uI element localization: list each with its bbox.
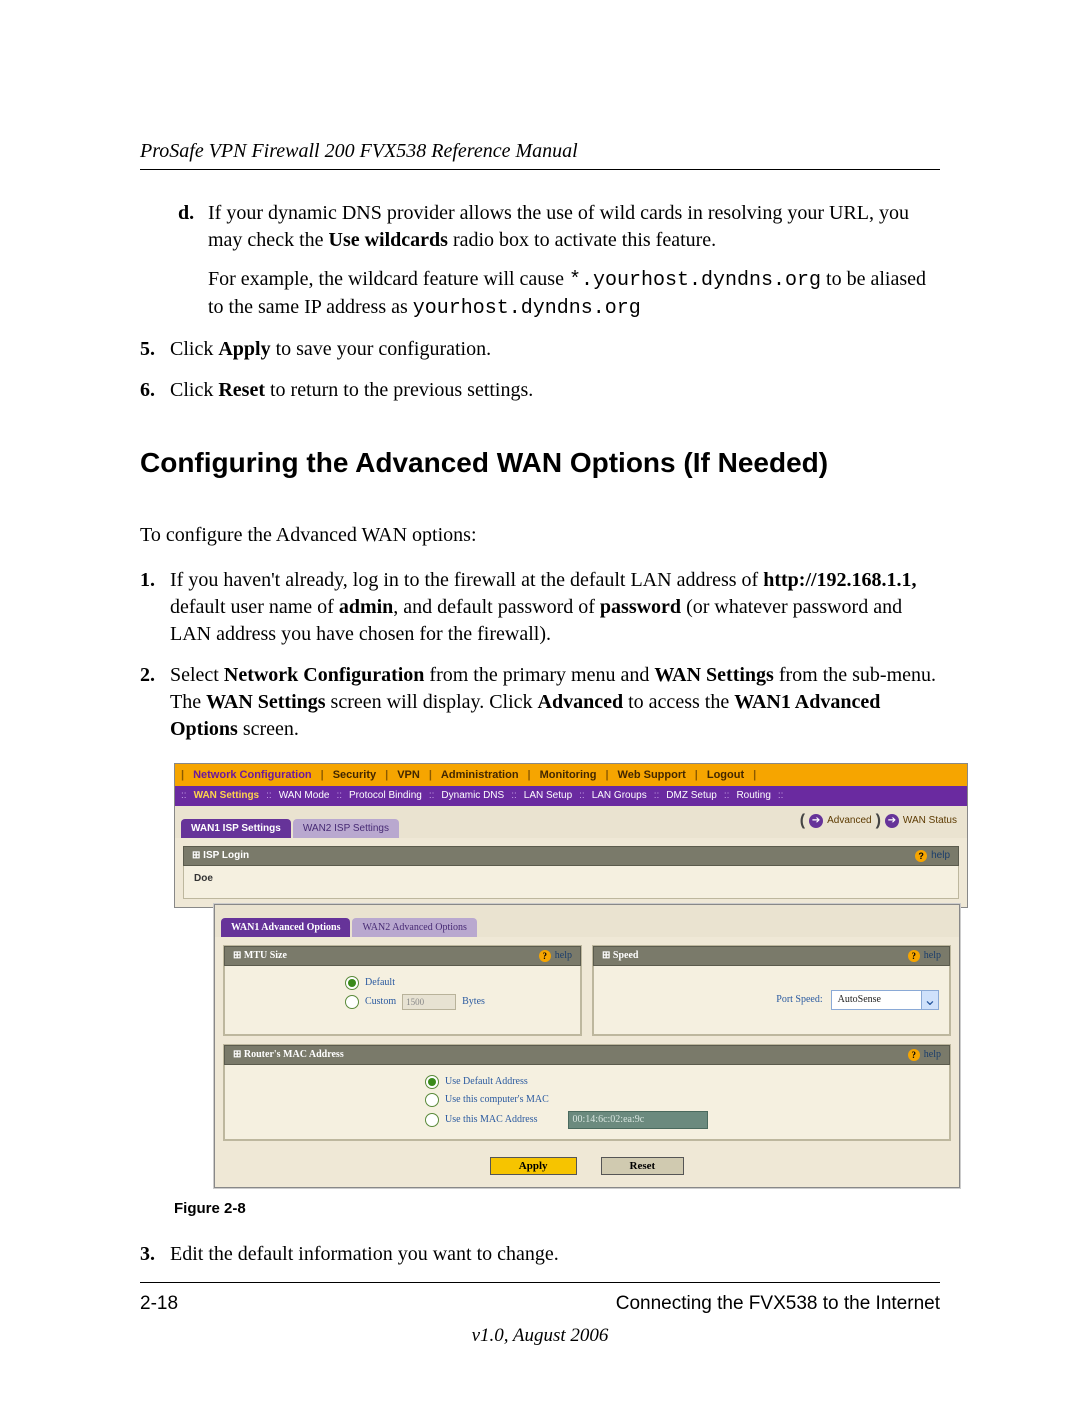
mtu-default-radio[interactable]: Default [345,976,570,990]
nav2-routing[interactable]: Routing [732,790,774,801]
apply-button[interactable]: Apply [490,1157,577,1175]
figure-caption: Figure 2-8 [174,1200,940,1217]
nav2-protocol-binding[interactable]: Protocol Binding [345,790,426,801]
marker-2: 2. [140,662,170,743]
help-link[interactable]: ?help [915,850,950,862]
mac-default-radio[interactable]: Use Default Address [425,1075,939,1089]
intro-para: To configure the Advanced WAN options: [140,522,940,549]
nav2-wan-mode[interactable]: WAN Mode [275,790,334,801]
para-d-1: If your dynamic DNS provider allows the … [208,200,940,254]
nav1-monitoring[interactable]: Monitoring [534,769,603,781]
mac-address-input[interactable]: 00:14:6c:02:ea:9c [568,1111,708,1129]
nav2-lan-groups[interactable]: LAN Groups [588,790,651,801]
chevron-down-icon: ⌄ [921,991,938,1009]
tab-wan2-isp-settings[interactable]: WAN2 ISP Settings [293,819,399,838]
help-icon: ? [539,950,551,962]
page-header-title: ProSafe VPN Firewall 200 FVX538 Referenc… [140,140,940,170]
para-d-2: For example, the wildcard feature will c… [208,266,940,322]
arrow-right-icon[interactable]: ➔ [885,814,899,828]
reset-button[interactable]: Reset [601,1157,685,1175]
screenshot-outer: |Network Configuration |Security |VPN |A… [174,763,968,908]
secondary-nav: ::WAN Settings ::WAN Mode ::Protocol Bin… [175,786,967,806]
marker-5: 5. [140,336,170,363]
does-label: Doe [194,873,213,884]
link-wan-status[interactable]: WAN Status [903,815,957,826]
radio-unselected-icon [425,1093,439,1107]
list-item-1: 1. If you haven't already, log in to the… [140,567,940,648]
list-item-6: 6. Click Reset to return to the previous… [140,377,940,404]
paren-open-icon: ( [800,812,805,830]
footer-version: v1.0, August 2006 [140,1325,940,1347]
port-speed-select[interactable]: AutoSense ⌄ [831,990,939,1010]
list-item-3: 3. Edit the default information you want… [140,1241,940,1268]
mtu-size-panel: ⊞ MTU Size ?help Default Custom 1500 Byt… [223,945,582,1036]
speed-panel: ⊞ Speed ?help Port Speed: AutoSense ⌄ [592,945,951,1036]
footer-page-number: 2-18 [140,1293,178,1315]
radio-unselected-icon [345,995,359,1009]
nav1-web-support[interactable]: Web Support [612,769,692,781]
marker-1: 1. [140,567,170,648]
arrow-right-icon[interactable]: ➔ [809,814,823,828]
help-link[interactable]: ?help [908,950,941,962]
mac-custom-radio[interactable]: Use this MAC Address 00:14:6c:02:ea:9c [425,1111,939,1129]
help-icon: ? [908,1049,920,1061]
nav1-administration[interactable]: Administration [435,769,525,781]
list-item-d: d. If your dynamic DNS provider allows t… [178,200,940,322]
link-advanced[interactable]: Advanced [827,815,871,826]
help-link[interactable]: ?help [539,950,572,962]
nav2-dynamic-dns[interactable]: Dynamic DNS [437,790,508,801]
nav1-security[interactable]: Security [327,769,382,781]
tab-wan1-advanced-options[interactable]: WAN1 Advanced Options [221,918,350,937]
port-speed-label: Port Speed: [776,994,822,1005]
nav1-vpn[interactable]: VPN [391,769,426,781]
mtu-custom-radio[interactable]: Custom 1500 Bytes [345,994,570,1010]
footer-chapter: Connecting the FVX538 to the Internet [616,1293,940,1315]
radio-selected-icon [425,1075,439,1089]
radio-unselected-icon [425,1113,439,1127]
tab-wan2-advanced-options[interactable]: WAN2 Advanced Options [352,918,476,937]
help-icon: ? [908,950,920,962]
radio-selected-icon [345,976,359,990]
isp-login-panel-head: ⊞ ISP Login ?help [183,846,959,866]
mac-computer-radio[interactable]: Use this computer's MAC [425,1093,939,1107]
tab-wan1-isp-settings[interactable]: WAN1 ISP Settings [181,819,291,838]
nav2-dmz-setup[interactable]: DMZ Setup [662,790,721,801]
list-item-5: 5. Click Apply to save your configuratio… [140,336,940,363]
nav1-logout[interactable]: Logout [701,769,750,781]
mtu-custom-input[interactable]: 1500 [402,994,456,1010]
nav2-lan-setup[interactable]: LAN Setup [520,790,576,801]
page-footer: 2-18 Connecting the FVX538 to the Intern… [140,1282,940,1315]
screenshot-inner: WAN1 Advanced Options WAN2 Advanced Opti… [214,904,960,1188]
nav1-network-configuration[interactable]: Network Configuration [187,769,318,781]
marker-6: 6. [140,377,170,404]
help-icon: ? [915,850,927,862]
isp-tab-row: WAN1 ISP Settings WAN2 ISP Settings ( ➔ … [175,806,967,838]
mac-address-panel: ⊞ Router's MAC Address ?help Use Default… [223,1044,951,1141]
list-item-2: 2. Select Network Configuration from the… [140,662,940,743]
marker-3: 3. [140,1241,170,1268]
nav2-wan-settings[interactable]: WAN Settings [190,790,264,801]
figure-2-8: |Network Configuration |Security |VPN |A… [174,763,940,1188]
marker-d: d. [178,200,208,322]
paren-close-icon: ) [876,812,881,830]
primary-nav: |Network Configuration |Security |VPN |A… [175,764,967,786]
help-link[interactable]: ?help [908,1049,941,1061]
section-heading: Configuring the Advanced WAN Options (If… [140,444,940,482]
